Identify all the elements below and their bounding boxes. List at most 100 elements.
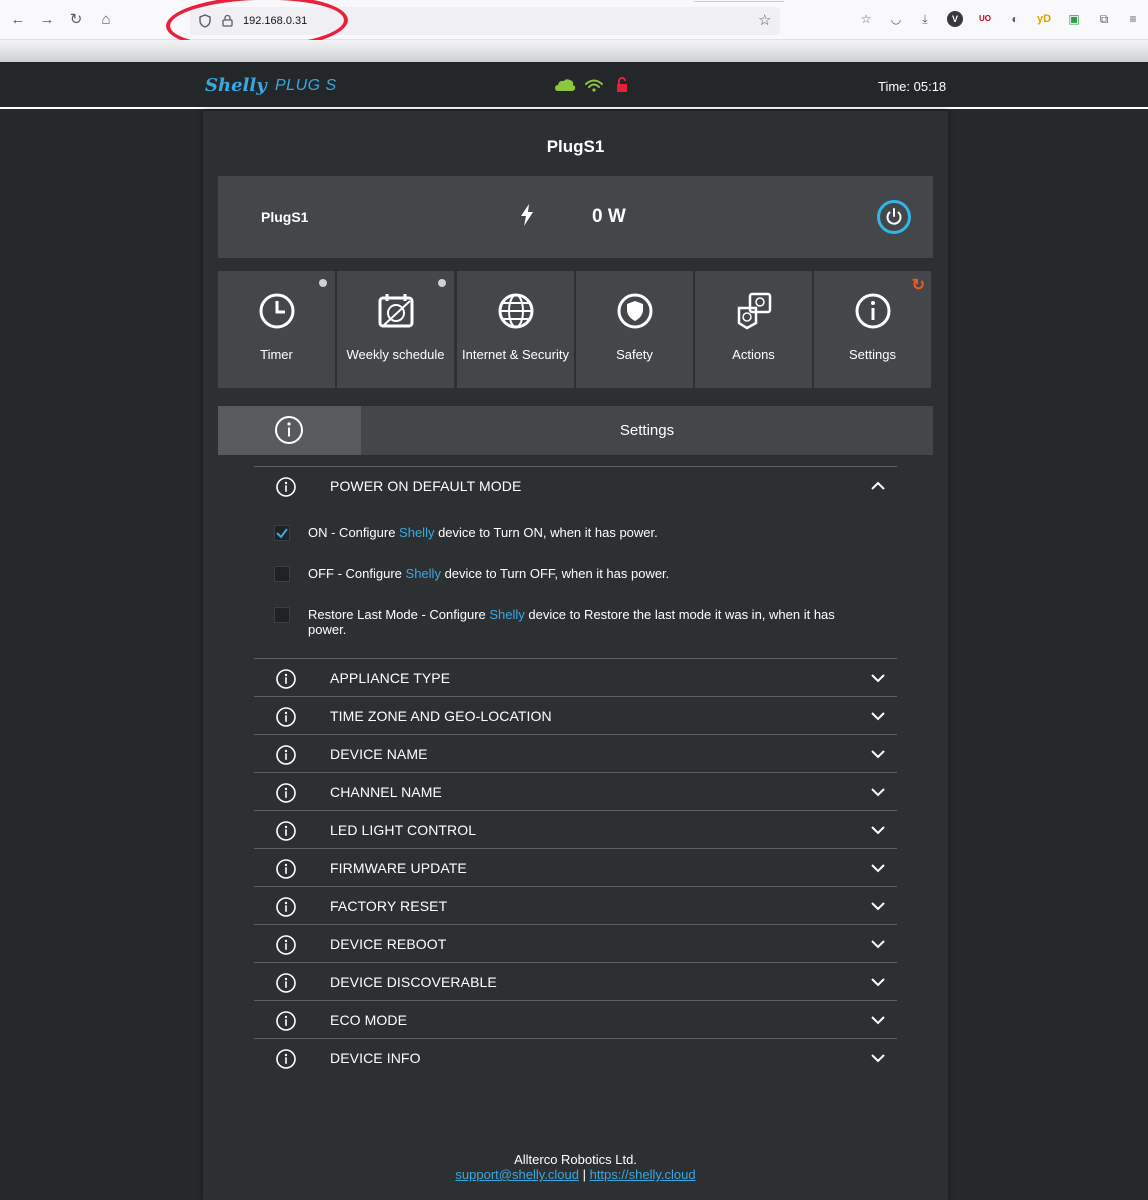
info-icon[interactable] [275, 782, 297, 809]
option-text: OFF - Configure Shelly device to Turn OF… [308, 566, 670, 581]
section-factory-reset[interactable]: FACTORY RESET [254, 886, 897, 924]
section-eco-mode[interactable]: ECO MODE [254, 1000, 897, 1038]
calendar-icon [337, 291, 454, 331]
brand-link: Shelly [399, 525, 435, 540]
brand-link: Shelly [405, 566, 441, 581]
chevron-down-icon[interactable] [869, 973, 887, 996]
status-icons [555, 76, 635, 101]
section-channel-name[interactable]: CHANNEL NAME [254, 772, 897, 810]
chevron-up-icon[interactable] [869, 477, 887, 500]
option-text: ON - Configure Shelly device to Turn ON,… [308, 525, 658, 540]
support-email-link[interactable]: support@shelly.cloud [455, 1167, 579, 1182]
lock-icon [617, 77, 627, 92]
chevron-down-icon[interactable] [869, 935, 887, 958]
chevron-down-icon[interactable] [869, 821, 887, 844]
info-icon[interactable] [275, 934, 297, 961]
chevron-down-icon[interactable] [869, 859, 887, 882]
ublock-icon[interactable]: UO [977, 11, 993, 27]
settings-info-tab[interactable] [218, 406, 361, 455]
home-icon[interactable]: ⌂ [96, 10, 116, 30]
chevron-down-icon[interactable] [869, 669, 887, 692]
brand-link: Shelly [489, 607, 525, 622]
section-device-info[interactable]: DEVICE INFO [254, 1038, 897, 1076]
money-extension-icon[interactable]: ▣ [1066, 11, 1082, 27]
section-power-on-default-mode[interactable]: POWER ON DEFAULT MODE [254, 466, 897, 504]
plug-s-logo: PLUG S [275, 77, 337, 94]
settings-header-bar: Settings [218, 406, 933, 455]
section-appliance-type[interactable]: APPLIANCE TYPE [254, 658, 897, 696]
checkbox-on[interactable] [274, 525, 290, 541]
info-icon[interactable] [275, 896, 297, 923]
save-to-pocket-icon[interactable]: ☆ [858, 11, 874, 27]
chevron-down-icon[interactable] [869, 897, 887, 920]
section-device-reboot[interactable]: DEVICE REBOOT [254, 924, 897, 962]
section-label: FIRMWARE UPDATE [330, 860, 467, 876]
actions-icon [695, 291, 812, 331]
tile-weekly-schedule[interactable]: Weekly schedule [337, 271, 454, 388]
yd-extension-icon[interactable]: yD [1036, 11, 1052, 27]
section-device-name[interactable]: DEVICE NAME [254, 734, 897, 772]
info-icon[interactable] [275, 1010, 297, 1037]
tab-edge [694, 0, 784, 2]
extensions-puzzle-icon[interactable]: ⧉ [1096, 11, 1112, 27]
section-label: POWER ON DEFAULT MODE [330, 478, 522, 494]
checkbox-restore-last[interactable] [274, 607, 290, 623]
section-label: FACTORY RESET [330, 898, 448, 914]
tile-label: Timer [260, 347, 293, 362]
chevron-down-icon[interactable] [869, 783, 887, 806]
info-icon[interactable] [275, 820, 297, 847]
tile-actions[interactable]: Actions [695, 271, 812, 388]
tile-label: Safety [616, 347, 653, 362]
info-icon[interactable] [275, 706, 297, 733]
bookmark-star-icon[interactable]: ☆ [758, 11, 771, 29]
company-name: Allterco Robotics Ltd. [514, 1152, 637, 1167]
section-label: DEVICE DISCOVERABLE [330, 974, 497, 990]
time-display: Time: 05:18 [878, 79, 947, 94]
menu-icon[interactable]: ≡ [1125, 11, 1141, 27]
info-icon[interactable] [275, 476, 297, 503]
forward-icon[interactable]: → [37, 10, 57, 30]
section-label: DEVICE REBOOT [330, 936, 447, 952]
section-firmware-update[interactable]: FIRMWARE UPDATE [254, 848, 897, 886]
tile-safety[interactable]: Safety [576, 271, 693, 388]
wifi-icon [585, 79, 603, 92]
chevron-down-icon[interactable] [869, 1049, 887, 1072]
section-label: ECO MODE [330, 1012, 408, 1028]
power-reading: 0 W [592, 206, 626, 227]
info-icon[interactable] [275, 668, 297, 695]
extension-icon[interactable]: ◐ [1007, 11, 1023, 27]
section-device-discoverable[interactable]: DEVICE DISCOVERABLE [254, 962, 897, 1000]
back-icon[interactable]: ← [8, 10, 28, 30]
settings-title: Settings [619, 422, 675, 439]
info-icon[interactable] [275, 1048, 297, 1075]
download-icon[interactable]: ⤓ [917, 11, 933, 27]
checkbox-off[interactable] [274, 566, 290, 582]
section-led-light-control[interactable]: LED LIGHT CONTROL [254, 810, 897, 848]
section-time-zone[interactable]: TIME ZONE AND GEO-LOCATION [254, 696, 897, 734]
bolt-icon [520, 204, 534, 232]
browser-fade [0, 40, 1148, 62]
section-label: APPLIANCE TYPE [330, 670, 451, 686]
footer: Allterco Robotics Ltd. support@shelly.cl… [203, 1152, 948, 1182]
option-text: Restore Last Mode - Configure Shelly dev… [308, 607, 835, 637]
section-label: CHANNEL NAME [330, 784, 442, 800]
vpn-extension-icon[interactable]: V [947, 11, 963, 27]
section-label: DEVICE NAME [330, 746, 428, 762]
chevron-down-icon[interactable] [869, 1011, 887, 1034]
chevron-down-icon[interactable] [869, 745, 887, 768]
info-icon[interactable] [275, 744, 297, 771]
power-toggle-button[interactable] [877, 200, 911, 234]
info-icon[interactable] [275, 972, 297, 999]
tile-settings[interactable]: ↻ Settings [814, 271, 931, 388]
info-icon[interactable] [275, 858, 297, 885]
info-icon [275, 416, 303, 444]
tile-internet-security[interactable]: Internet & Security [457, 271, 574, 388]
tile-timer[interactable]: Timer [218, 271, 335, 388]
footer-separator: | [582, 1167, 586, 1182]
device-card: PlugS1 0 W [218, 176, 933, 258]
pocket-icon[interactable]: ◡ [888, 11, 904, 27]
chevron-down-icon[interactable] [869, 707, 887, 730]
section-label: LED LIGHT CONTROL [330, 822, 477, 838]
website-link[interactable]: https://shelly.cloud [590, 1167, 696, 1182]
reload-icon[interactable]: ↻ [66, 10, 86, 30]
